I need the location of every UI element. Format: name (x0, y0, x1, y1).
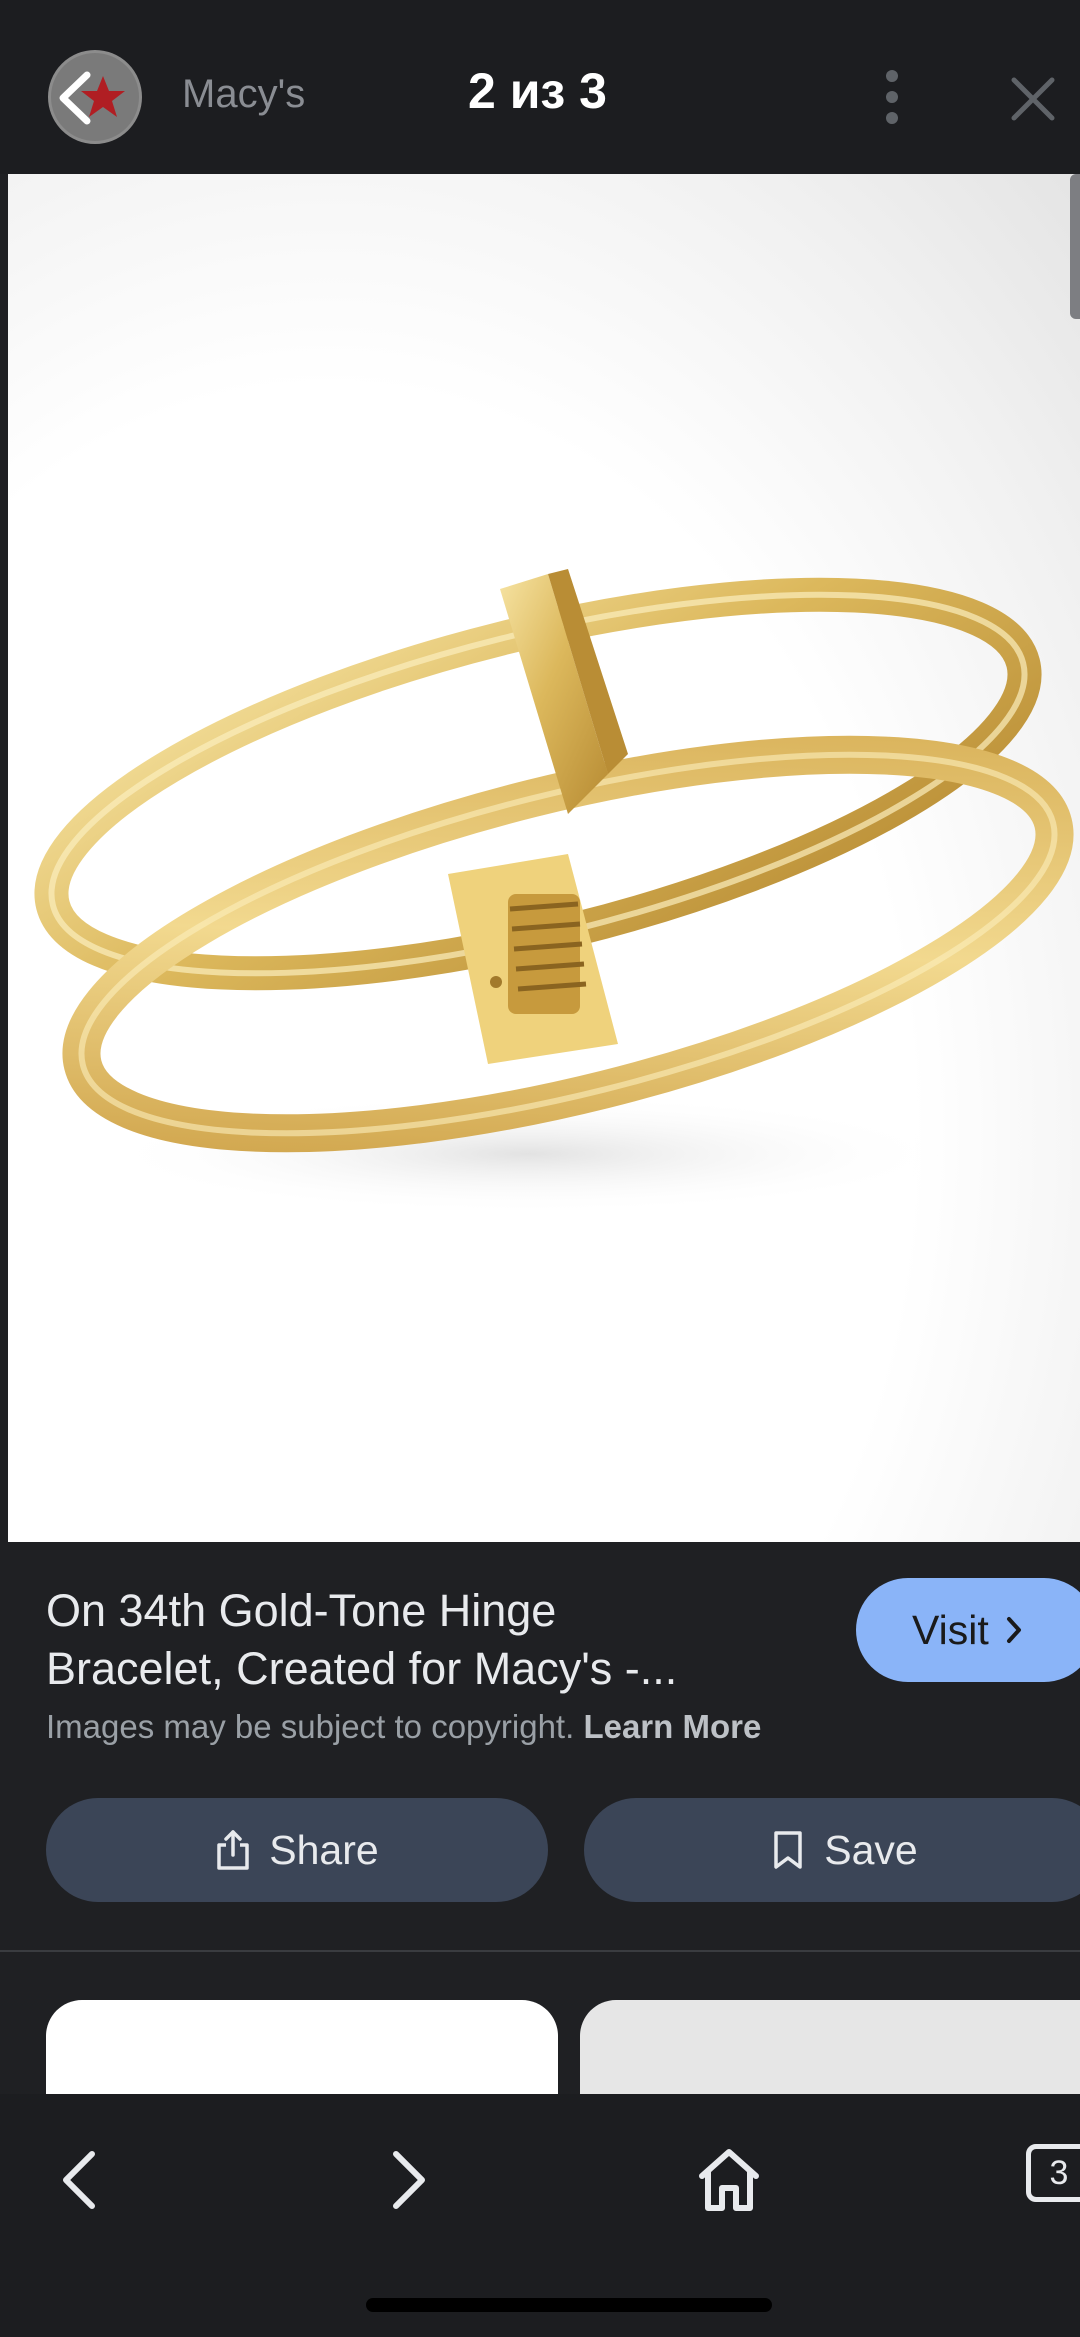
related-image-card[interactable] (46, 2000, 558, 2094)
copyright-notice: Images may be subject to copyright. Lear… (46, 1708, 761, 1746)
tabs-icon: 3 (1026, 2144, 1080, 2202)
share-button-label: Share (269, 1826, 379, 1873)
close-icon[interactable] (1010, 76, 1056, 122)
nav-back-icon[interactable] (46, 2140, 116, 2220)
learn-more-link[interactable]: Learn More (583, 1708, 761, 1745)
home-icon[interactable] (694, 2140, 764, 2220)
more-vert-icon[interactable] (872, 66, 912, 128)
result-title-line-1: On 34th Gold-Tone Hinge (46, 1585, 557, 1636)
nav-forward-icon[interactable] (372, 2140, 442, 2220)
tabs-button[interactable]: 3 (1026, 2144, 1080, 2204)
related-image-card[interactable] (580, 2000, 1080, 2094)
save-button[interactable]: Save (584, 1798, 1080, 1902)
share-button[interactable]: Share (46, 1798, 548, 1902)
star-logo-icon (81, 76, 125, 117)
result-title-line-2: Bracelet, Created for Macy's -... (46, 1643, 678, 1694)
bookmark-icon (774, 1831, 803, 1869)
result-info-panel: On 34th Gold-Tone Hinge Bracelet, Create… (0, 1542, 1080, 1952)
save-button-label: Save (824, 1826, 918, 1873)
copyright-text: Images may be subject to copyright. (46, 1708, 575, 1745)
site-avatar-back-button[interactable] (48, 50, 142, 144)
image-viewer-page: Macy's 2 из 3 On 34th Gold-Tone Hinge Br… (0, 0, 1080, 2337)
site-name[interactable]: Macy's (182, 72, 305, 117)
result-title[interactable]: On 34th Gold-Tone Hinge Bracelet, Create… (46, 1582, 806, 1698)
scrollbar-thumb[interactable] (1070, 174, 1080, 319)
product-image-area[interactable] (8, 174, 1080, 1542)
related-images-row (0, 1952, 1080, 2094)
chevron-right-icon (1006, 1617, 1021, 1643)
home-indicator[interactable] (366, 2298, 772, 2312)
visit-button[interactable]: Visit (856, 1578, 1080, 1682)
top-bar: Macy's 2 из 3 (0, 0, 1080, 174)
gold-bracelet-image (34, 569, 1074, 1214)
share-icon (217, 1830, 250, 1870)
image-counter: 2 из 3 (468, 63, 607, 119)
visit-button-label: Visit (912, 1606, 989, 1653)
